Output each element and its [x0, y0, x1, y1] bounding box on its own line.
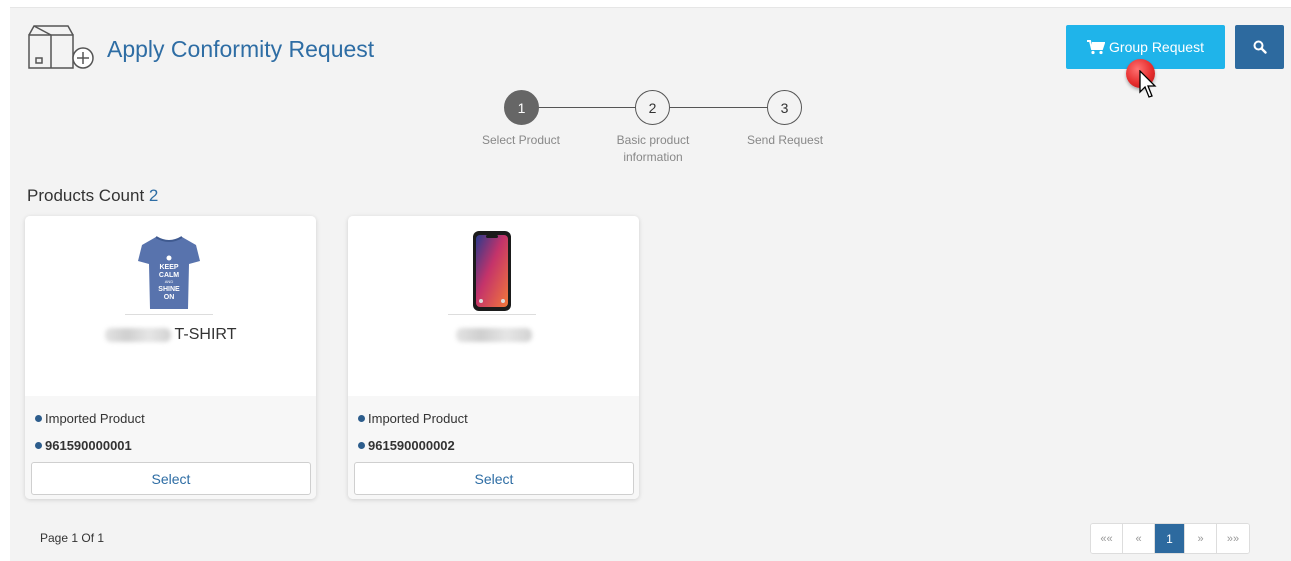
tshirt-print-text: ON: [164, 294, 175, 301]
product-name: [348, 326, 639, 344]
products-count: Products Count 2: [27, 186, 158, 206]
blurred-text: [104, 327, 171, 342]
tshirt-print-text: CALM: [159, 272, 179, 279]
step-2-label: Basic product information: [616, 133, 690, 164]
pagination-last-button[interactable]: »»: [1217, 524, 1249, 553]
bullet-icon: [35, 415, 42, 422]
product-type-text: Imported Product: [45, 411, 145, 426]
progress-stepper: 1 2 3 Select Product Basic product infor…: [480, 90, 840, 180]
product-code-text: 961590000001: [45, 438, 132, 453]
product-card: KEEP CALM AND SHINE ON T-SHIRT Imported …: [25, 216, 316, 499]
bullet-icon: [35, 442, 42, 449]
bullet-icon: [358, 442, 365, 449]
box-plus-icon: [28, 25, 94, 69]
product-code: 961590000001: [35, 438, 132, 453]
pagination-page-1[interactable]: 1: [1155, 524, 1185, 553]
step-connector: [535, 107, 638, 108]
step-1-circle: 1: [504, 90, 539, 125]
product-card: Imported Product 961590000002 Select: [348, 216, 639, 499]
tshirt-image: KEEP CALM AND SHINE ON: [125, 228, 213, 315]
pagination: «« « 1 » »»: [1090, 523, 1250, 554]
group-request-label: Group Request: [1109, 39, 1204, 55]
page: Apply Conformity Request Group Request 1…: [10, 7, 1291, 561]
product-code: 961590000002: [358, 438, 455, 453]
pagination-prev-button[interactable]: «: [1123, 524, 1155, 553]
cart-icon: [1087, 39, 1106, 54]
page-info: Page 1 Of 1: [40, 531, 105, 545]
products-count-label: Products Count: [27, 186, 145, 205]
products-count-value: 2: [148, 186, 159, 205]
select-button[interactable]: Select: [354, 462, 634, 495]
product-type-text: Imported Product: [368, 411, 468, 426]
bullet-icon: [358, 415, 365, 422]
product-name: T-SHIRT: [25, 326, 316, 344]
product-type: Imported Product: [358, 411, 468, 426]
mouse-cursor-icon: [1139, 70, 1157, 98]
blurred-text: [455, 327, 532, 342]
product-code-text: 961590000002: [368, 438, 455, 453]
step-1-label: Select Product: [481, 133, 561, 147]
step-connector: [670, 107, 770, 108]
page-title: Apply Conformity Request: [107, 36, 375, 62]
step-3-circle: 3: [767, 90, 802, 125]
select-button[interactable]: Select: [31, 462, 311, 495]
phone-image: [448, 228, 536, 315]
pagination-first-button[interactable]: ««: [1091, 524, 1123, 553]
product-name-text: T-SHIRT: [174, 326, 237, 343]
search-icon: [1253, 40, 1267, 54]
search-button[interactable]: [1235, 25, 1284, 69]
tshirt-print-text: KEEP: [159, 264, 178, 271]
step-3-label: Send Request: [746, 133, 824, 147]
tshirt-print-text: SHINE: [158, 286, 180, 293]
tshirt-print-text: AND: [165, 279, 174, 284]
pagination-next-button[interactable]: »: [1185, 524, 1217, 553]
step-2-circle: 2: [635, 90, 670, 125]
product-type: Imported Product: [35, 411, 145, 426]
